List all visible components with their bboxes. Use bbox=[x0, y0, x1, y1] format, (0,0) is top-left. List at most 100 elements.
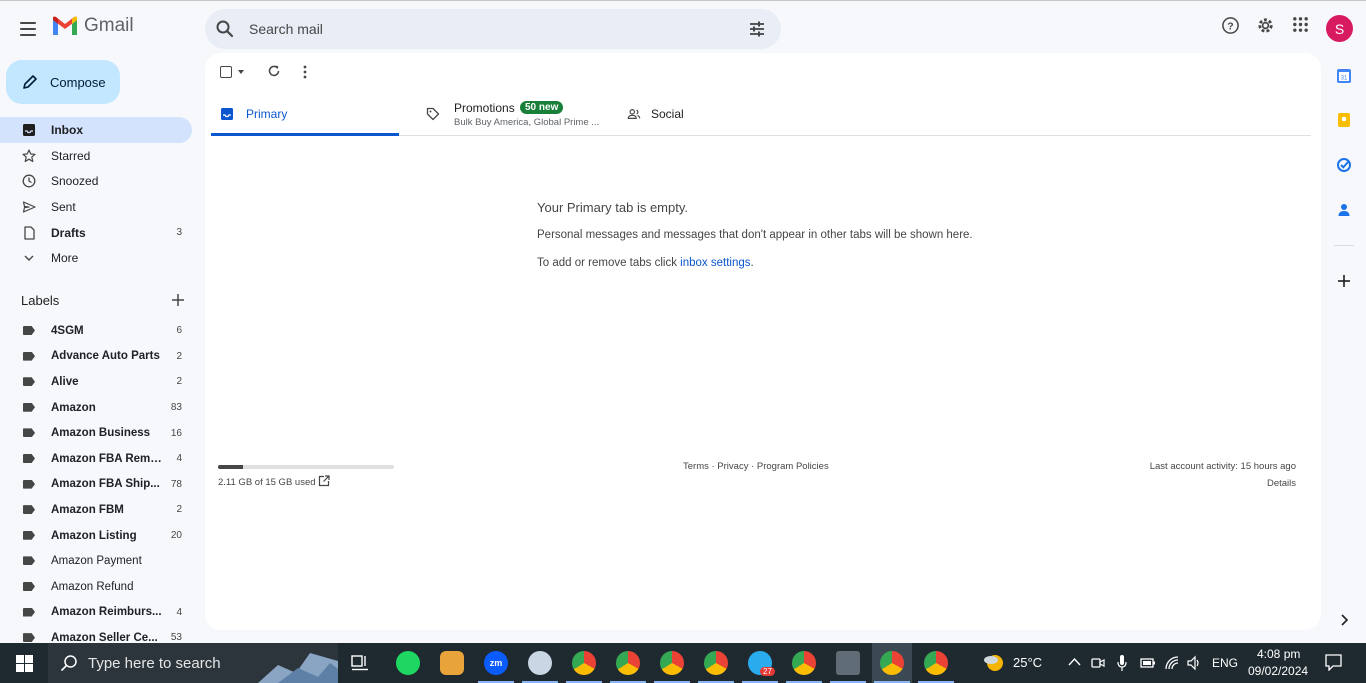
calculator-app-icon[interactable] bbox=[836, 651, 860, 675]
clock-time[interactable]: 4:08 pm bbox=[1257, 647, 1300, 661]
footer-policy-links[interactable]: Terms · Privacy · Program Policies bbox=[683, 461, 829, 472]
nav-label: Starred bbox=[51, 148, 91, 163]
chevron-right-icon[interactable] bbox=[1336, 612, 1352, 628]
calendar-icon[interactable]: 31 bbox=[1336, 68, 1352, 84]
keep-icon[interactable] bbox=[1336, 112, 1352, 128]
gmail-logo[interactable]: Gmail bbox=[52, 15, 134, 37]
refresh-icon[interactable] bbox=[267, 64, 281, 78]
label-name: Amazon Business bbox=[51, 427, 151, 440]
activity-details-link[interactable]: Details bbox=[1150, 478, 1296, 489]
settings-gear-icon[interactable] bbox=[1256, 16, 1275, 35]
label-item[interactable]: Amazon FBA Remo... 4 bbox=[0, 446, 192, 472]
label-item[interactable]: 4SGM 6 bbox=[0, 318, 192, 344]
label-name: Amazon bbox=[51, 401, 96, 414]
camera-in-use-icon[interactable] bbox=[1091, 655, 1105, 671]
svg-text:?: ? bbox=[1227, 21, 1233, 32]
label-item[interactable]: Amazon Seller Ce... 53 bbox=[0, 625, 192, 643]
search-options-icon[interactable] bbox=[747, 19, 767, 39]
label-tag-icon bbox=[23, 556, 35, 566]
nav-label: Snoozed bbox=[51, 174, 99, 189]
chrome-profile-m-icon[interactable] bbox=[572, 651, 596, 675]
task-view-icon[interactable] bbox=[351, 655, 369, 671]
label-item[interactable]: Amazon Refund bbox=[0, 574, 192, 600]
inbox-settings-link[interactable]: inbox settings bbox=[680, 257, 750, 269]
add-label-plus-icon[interactable] bbox=[171, 293, 185, 307]
nav-item-snoozed[interactable]: Snoozed bbox=[0, 168, 192, 194]
chrome-profile-s-icon[interactable] bbox=[880, 651, 904, 675]
get-addons-plus-icon[interactable] bbox=[1336, 273, 1352, 289]
svg-text:31: 31 bbox=[1341, 76, 1348, 82]
chrome-profile-l-icon[interactable] bbox=[660, 651, 684, 675]
taskbar-search-box[interactable]: Type here to search bbox=[48, 643, 338, 683]
open-external-icon[interactable] bbox=[318, 475, 330, 487]
chrome-profile-m2-icon[interactable] bbox=[704, 651, 728, 675]
microphone-icon[interactable] bbox=[1117, 654, 1127, 672]
search-icon[interactable] bbox=[215, 19, 235, 39]
label-tag-icon bbox=[23, 428, 35, 438]
label-tag-icon bbox=[23, 505, 35, 515]
search-highlight-image-icon bbox=[258, 653, 338, 683]
windows-taskbar: Type here to search zm 27 25°C ENG 4:08 … bbox=[0, 643, 1366, 683]
volume-icon[interactable] bbox=[1186, 655, 1202, 671]
contacts-icon[interactable] bbox=[1336, 202, 1352, 218]
weather-partly-cloudy-icon[interactable] bbox=[982, 651, 1006, 675]
google-apps-icon[interactable] bbox=[1292, 16, 1309, 33]
label-item[interactable]: Amazon Business 16 bbox=[0, 420, 192, 446]
zoom-app-icon[interactable]: zm bbox=[484, 651, 508, 675]
label-item[interactable]: Amazon FBA Ship... 78 bbox=[0, 472, 192, 498]
clock-date[interactable]: 09/02/2024 bbox=[1248, 664, 1308, 678]
chrome-profile-m3-icon[interactable] bbox=[792, 651, 816, 675]
label-count: 6 bbox=[176, 325, 182, 337]
label-item[interactable]: Amazon FBM 2 bbox=[0, 497, 192, 523]
mailbox-list: Inbox Starred Snoozed Sent Drafts 3 More bbox=[0, 117, 205, 271]
chrome-profile-r-icon[interactable] bbox=[924, 651, 948, 675]
nav-label: Inbox bbox=[51, 122, 83, 137]
label-item[interactable]: Amazon Reimburs... 4 bbox=[0, 600, 192, 626]
draft-icon bbox=[24, 226, 35, 240]
label-item[interactable]: Amazon Listing 20 bbox=[0, 523, 192, 549]
nav-item-drafts[interactable]: Drafts 3 bbox=[0, 220, 192, 246]
search-bar[interactable] bbox=[205, 9, 781, 49]
windows-start-icon[interactable] bbox=[16, 655, 33, 672]
tasks-icon[interactable] bbox=[1336, 157, 1352, 173]
nav-item-sent[interactable]: Sent bbox=[0, 194, 192, 220]
search-input[interactable] bbox=[249, 21, 719, 37]
show-hidden-icons-chevron-icon[interactable] bbox=[1068, 657, 1081, 667]
tab-primary[interactable]: Primary bbox=[211, 93, 399, 136]
label-item[interactable]: Amazon Payment bbox=[0, 548, 192, 574]
help-icon[interactable]: ? bbox=[1221, 16, 1240, 35]
nav-item-inbox[interactable]: Inbox bbox=[0, 117, 192, 143]
spotify-app-icon[interactable] bbox=[396, 651, 420, 675]
nav-item-starred[interactable]: Starred bbox=[0, 143, 192, 169]
label-count: 2 bbox=[176, 350, 182, 362]
weather-temperature[interactable]: 25°C bbox=[1013, 655, 1042, 670]
compose-button[interactable]: Compose bbox=[6, 60, 120, 104]
chrome-profile-icon[interactable] bbox=[616, 651, 640, 675]
tab-social-label: Social bbox=[651, 107, 684, 121]
tab-social[interactable]: Social bbox=[617, 93, 812, 136]
tab-promotions[interactable]: Promotions 50 new Bulk Buy America, Glob… bbox=[416, 93, 611, 136]
label-item[interactable]: Advance Auto Parts 2 bbox=[0, 344, 192, 370]
notification-center-icon[interactable] bbox=[1325, 654, 1342, 671]
input-language-indicator[interactable]: ENG bbox=[1212, 656, 1238, 670]
paint-app-icon[interactable] bbox=[528, 651, 552, 675]
more-options-vertical-icon[interactable] bbox=[302, 65, 308, 79]
wifi-icon[interactable] bbox=[1164, 655, 1180, 671]
battery-icon[interactable] bbox=[1140, 656, 1156, 670]
select-all-checkbox[interactable] bbox=[220, 66, 232, 78]
taskbar-search-icon bbox=[60, 655, 77, 672]
account-avatar[interactable]: S bbox=[1326, 15, 1353, 42]
gmail-m-icon bbox=[53, 16, 77, 35]
select-dropdown-caret-icon[interactable] bbox=[238, 70, 244, 74]
empty-state-title: Your Primary tab is empty. bbox=[537, 200, 688, 215]
people-icon bbox=[627, 109, 641, 119]
label-item[interactable]: Amazon 83 bbox=[0, 395, 192, 421]
storage-progress-bar bbox=[218, 465, 394, 469]
tag-icon bbox=[426, 107, 440, 121]
storage-usage-text: 2.11 GB of 15 GB used bbox=[218, 477, 316, 488]
label-count: 2 bbox=[176, 376, 182, 388]
nav-item-more[interactable]: More bbox=[0, 245, 192, 271]
game-app-icon[interactable] bbox=[440, 651, 464, 675]
main-menu-icon[interactable] bbox=[16, 17, 40, 41]
label-item[interactable]: Alive 2 bbox=[0, 369, 192, 395]
